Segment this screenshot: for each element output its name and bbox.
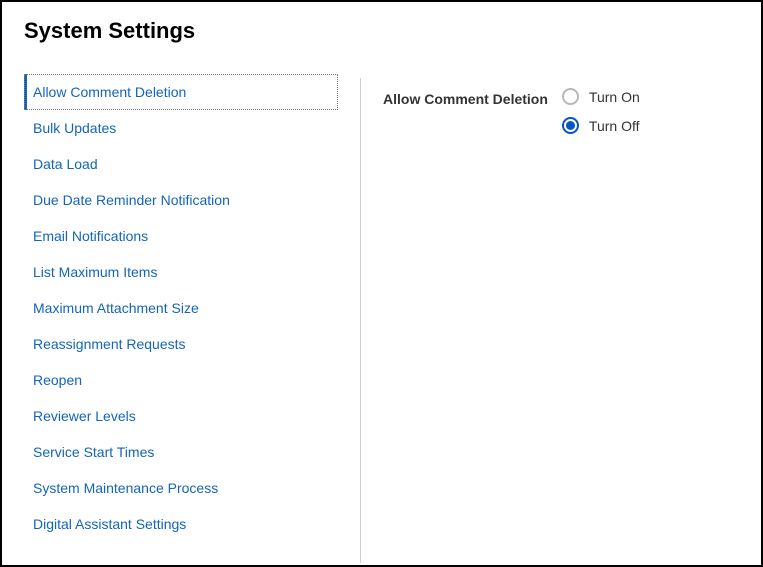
radio-option-turn-off[interactable]: Turn Off: [562, 117, 640, 134]
sidebar-item-allow-comment-deletion[interactable]: Allow Comment Deletion: [24, 74, 338, 110]
sidebar-item-reassignment-requests[interactable]: Reassignment Requests: [24, 326, 338, 362]
sidebar-item-label: Service Start Times: [33, 444, 154, 460]
sidebar-item-label: Due Date Reminder Notification: [33, 192, 230, 208]
radio-icon: [562, 117, 579, 134]
sidebar-item-bulk-updates[interactable]: Bulk Updates: [24, 110, 338, 146]
sidebar-item-label: Data Load: [33, 156, 98, 172]
content-area: Allow Comment Deletion Bulk Updates Data…: [2, 74, 761, 567]
sidebar-item-digital-assistant-settings[interactable]: Digital Assistant Settings: [24, 506, 338, 542]
vertical-divider: [360, 78, 361, 563]
settings-window: System Settings Allow Comment Deletion B…: [0, 0, 763, 567]
page-title: System Settings: [2, 2, 761, 44]
sidebar-item-list-maximum-items[interactable]: List Maximum Items: [24, 254, 338, 290]
sidebar-item-label: Allow Comment Deletion: [33, 84, 186, 100]
setting-row: Allow Comment Deletion Turn On Turn Off: [383, 88, 761, 134]
sidebar-item-label: Email Notifications: [33, 228, 148, 244]
sidebar-item-label: Maximum Attachment Size: [33, 300, 199, 316]
sidebar-item-reviewer-levels[interactable]: Reviewer Levels: [24, 398, 338, 434]
settings-sidebar: Allow Comment Deletion Bulk Updates Data…: [2, 74, 358, 567]
radio-option-turn-on[interactable]: Turn On: [562, 88, 640, 105]
sidebar-item-label: Reopen: [33, 372, 82, 388]
radio-group: Turn On Turn Off: [562, 88, 640, 134]
radio-label: Turn On: [589, 89, 640, 105]
setting-label: Allow Comment Deletion: [383, 88, 548, 107]
sidebar-item-email-notifications[interactable]: Email Notifications: [24, 218, 338, 254]
sidebar-item-label: System Maintenance Process: [33, 480, 218, 496]
radio-label: Turn Off: [589, 118, 640, 134]
sidebar-item-system-maintenance-process[interactable]: System Maintenance Process: [24, 470, 338, 506]
radio-dot-icon: [566, 121, 575, 130]
sidebar-item-label: Bulk Updates: [33, 120, 116, 136]
sidebar-item-label: Reviewer Levels: [33, 408, 136, 424]
sidebar-item-data-load[interactable]: Data Load: [24, 146, 338, 182]
sidebar-item-label: Reassignment Requests: [33, 336, 186, 352]
sidebar-item-label: List Maximum Items: [33, 264, 157, 280]
sidebar-item-service-start-times[interactable]: Service Start Times: [24, 434, 338, 470]
sidebar-item-reopen[interactable]: Reopen: [24, 362, 338, 398]
sidebar-item-maximum-attachment-size[interactable]: Maximum Attachment Size: [24, 290, 338, 326]
radio-icon: [562, 88, 579, 105]
sidebar-item-due-date-reminder-notification[interactable]: Due Date Reminder Notification: [24, 182, 338, 218]
sidebar-item-label: Digital Assistant Settings: [33, 516, 186, 532]
setting-detail-panel: Allow Comment Deletion Turn On Turn Off: [358, 74, 761, 567]
